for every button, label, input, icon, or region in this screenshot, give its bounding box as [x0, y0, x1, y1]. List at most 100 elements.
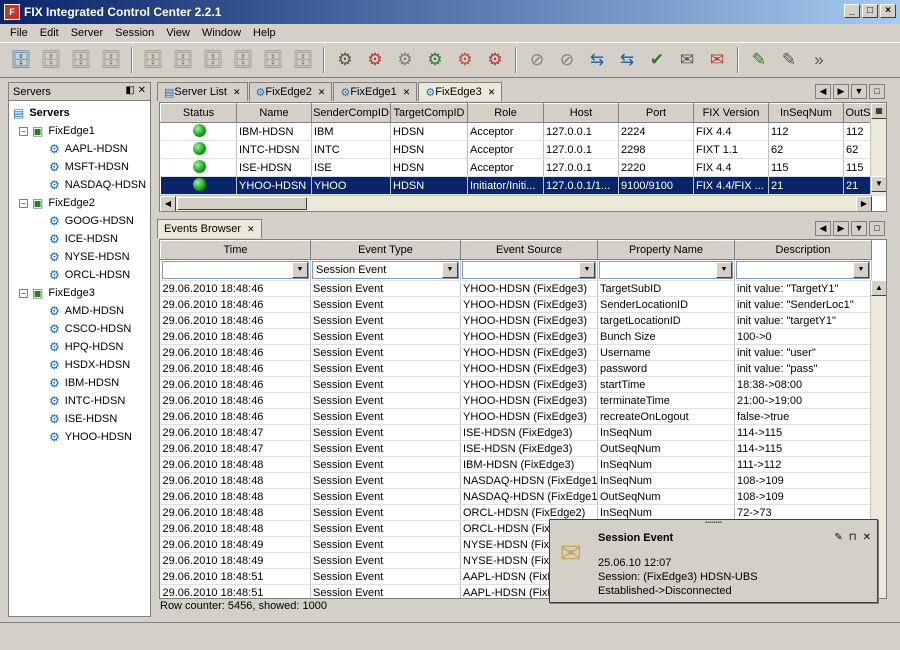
server-fix-icon[interactable]: 🗄 [200, 47, 226, 73]
close-tab-icon[interactable]: ✕ [403, 87, 411, 98]
chevron-down-icon[interactable]: ▼ [292, 262, 308, 278]
tree-session[interactable]: ⚙ NYSE-HDSN [9, 248, 150, 266]
table-row[interactable]: 29.06.2010 18:48:46 Session Event YHOO-HDS… [160, 392, 872, 409]
column-header[interactable]: Port [618, 103, 694, 123]
table-row[interactable]: 29.06.2010 18:48:46 Session Event YHOO-HDS… [160, 408, 872, 425]
table-row[interactable]: YHOO-HDSN YHOO HDSN Initiator/Initi... 127.0… [160, 176, 873, 195]
switch-icon[interactable]: ⇆ [584, 47, 610, 73]
scroll-down-button[interactable]: ▼ [871, 176, 886, 192]
sessions-table-vscrollbar[interactable]: ▦ ▼ [870, 103, 886, 196]
column-header[interactable]: Event Type [310, 240, 461, 260]
collapse-icon[interactable]: − [19, 198, 28, 208]
tab-next-button[interactable]: ▶ [833, 84, 849, 99]
session-settings-icon[interactable]: ⚙ [392, 47, 418, 73]
column-header[interactable]: Time [160, 240, 311, 260]
tree-session[interactable]: ⚙ HPQ-HDSN [9, 338, 150, 356]
session-connect-icon[interactable]: ⚙ [422, 47, 448, 73]
events-scroll-up-button[interactable]: ▲ [871, 280, 886, 296]
session-disconnect-icon[interactable]: ⚙ [452, 47, 478, 73]
start-server-icon[interactable]: 🗄 [140, 47, 166, 73]
chevron-down-icon[interactable]: ▼ [716, 262, 732, 278]
filter-description[interactable]: ▼ [734, 259, 872, 281]
column-header[interactable]: Event Source [460, 240, 598, 260]
chevron-down-icon[interactable]: ▼ [579, 262, 595, 278]
close-panel-icon[interactable]: ✕ [138, 85, 146, 96]
tree-session[interactable]: ⚙ CSCO-HDSN [9, 320, 150, 338]
menu-help[interactable]: Help [247, 27, 282, 39]
pin-icon[interactable]: ◧ [125, 85, 134, 96]
table-row[interactable]: 29.06.2010 18:48:46 Session Event YHOO-HDS… [160, 312, 872, 329]
column-header[interactable]: FIX Version [693, 103, 769, 123]
menu-session[interactable]: Session [109, 27, 160, 39]
sessions-table-hscrollbar[interactable]: ◀ ▶ [160, 195, 872, 211]
tab-maximize-button[interactable]: □ [869, 84, 885, 99]
message-icon[interactable]: ✉ [704, 47, 730, 73]
block-icon[interactable]: ⊘ [524, 47, 550, 73]
close-tab-icon[interactable]: ✕ [318, 87, 326, 98]
tree-session[interactable]: ⚙ YHOO-HDSN [9, 428, 150, 446]
tab-server-list[interactable]: ▤ Server List ✕ [157, 82, 248, 101]
events-prev-button[interactable]: ◀ [815, 221, 831, 236]
close-tab-icon[interactable]: ✕ [233, 87, 241, 98]
tree-session[interactable]: ⚙ ORCL-HDSN [9, 266, 150, 284]
table-row[interactable]: IBM-HDSN IBM HDSN Acceptor 127.0.0.1 2224 FIX … [160, 122, 873, 141]
session-reset-icon[interactable]: ⚙ [482, 47, 508, 73]
switch-back-icon[interactable]: ⇆ [614, 47, 640, 73]
server-refresh-icon[interactable]: 🗄 [260, 47, 286, 73]
close-tab-icon[interactable]: ✕ [247, 224, 255, 235]
drag-handle[interactable]: ▪▪▪▪▪▪▪▪ [550, 520, 877, 526]
column-header[interactable]: Name [236, 103, 312, 123]
table-row[interactable]: 29.06.2010 18:48:46 Session Event YHOO-HDS… [160, 376, 872, 393]
minimize-button[interactable]: _ [844, 4, 860, 18]
tree-session[interactable]: ⚙ GOOG-HDSN [9, 212, 150, 230]
menu-file[interactable]: File [4, 27, 34, 39]
tab-fixedge3[interactable]: ⚙ FixEdge3 ✕ [418, 82, 503, 101]
server-properties-icon[interactable]: 🗄 [98, 47, 124, 73]
chevron-down-icon[interactable]: ▼ [442, 262, 458, 278]
table-row[interactable]: 29.06.2010 18:48:48 Session Event IBM-HDSN… [160, 456, 872, 473]
edit-server-icon[interactable]: 🗄 [68, 47, 94, 73]
more-icon[interactable]: » [806, 47, 832, 73]
table-row[interactable]: 29.06.2010 18:48:46 Session Event YHOO-HDS… [160, 328, 872, 345]
server-config-icon[interactable]: 🗄 [230, 47, 256, 73]
table-row[interactable]: 29.06.2010 18:48:47 Session Event ISE-HDSN… [160, 424, 872, 441]
tree-session[interactable]: ⚙ ICE-HDSN [9, 230, 150, 248]
scroll-left-button[interactable]: ◀ [160, 196, 176, 211]
maximize-button[interactable]: □ [862, 4, 878, 18]
table-row[interactable]: INTC-HDSN INTC HDSN Acceptor 127.0.0.1 2298 FI… [160, 140, 873, 159]
column-header[interactable]: SenderCompID [311, 103, 391, 123]
pin-icon[interactable]: ⊓ [849, 532, 857, 543]
close-tab-icon[interactable]: ✕ [488, 87, 496, 98]
notification-popup[interactable]: ▪▪▪▪▪▪▪▪ ✉ Session Event ✎ ⊓ ✕ 25.06.10 … [549, 519, 878, 603]
table-row[interactable]: 29.06.2010 18:48:47 Session Event ISE-HDSN… [160, 440, 872, 457]
column-header[interactable]: InSeqNum [768, 103, 844, 123]
validate-message-icon[interactable]: ✔ [644, 47, 670, 73]
filter-property-name[interactable]: ▼ [597, 259, 735, 281]
column-header[interactable]: Role [467, 103, 544, 123]
events-next-button[interactable]: ▶ [833, 221, 849, 236]
remove-server-icon[interactable]: 🗄 [38, 47, 64, 73]
tab-list-button[interactable]: ▼ [851, 84, 867, 99]
tree-server-fixedge1[interactable]: − ▣ FixEdge1 [9, 122, 150, 140]
menu-edit[interactable]: Edit [34, 27, 65, 39]
menu-view[interactable]: View [160, 27, 196, 39]
edit-icon[interactable]: ✎ [834, 532, 842, 543]
tree-session[interactable]: ⚙ INTC-HDSN [9, 392, 150, 410]
collapse-icon[interactable]: − [19, 288, 28, 298]
find-message-icon[interactable]: ✉ [674, 47, 700, 73]
menu-window[interactable]: Window [196, 27, 247, 39]
tree-session[interactable]: ⚙ MSFT-HDSN [9, 158, 150, 176]
tree-session[interactable]: ⚙ AAPL-HDSN [9, 140, 150, 158]
close-button[interactable]: × [880, 4, 896, 18]
tab-prev-button[interactable]: ◀ [815, 84, 831, 99]
tab-fixedge2[interactable]: ⚙ FixEdge2 ✕ [248, 82, 333, 101]
receive-icon[interactable]: ✎ [776, 47, 802, 73]
close-icon[interactable]: ✕ [863, 532, 871, 543]
table-row[interactable]: 29.06.2010 18:48:46 Session Event YHOO-HDS… [160, 344, 872, 361]
tree-root[interactable]: ▤ Servers [9, 104, 150, 122]
column-header[interactable]: Property Name [597, 240, 735, 260]
column-header[interactable]: Status [160, 103, 237, 123]
column-header[interactable]: OutS [843, 103, 873, 123]
pipeline-icon[interactable]: ⊘ [554, 47, 580, 73]
table-row[interactable]: 29.06.2010 18:48:46 Session Event YHOO-HDS… [160, 360, 872, 377]
